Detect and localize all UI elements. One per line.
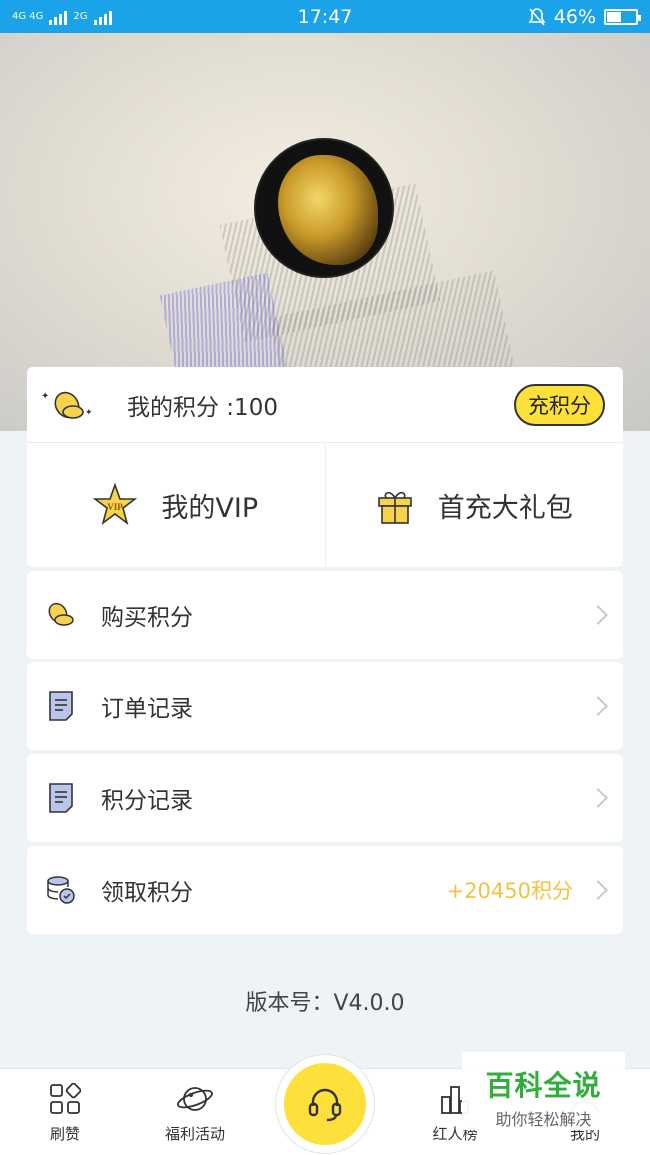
version-label: 版本号：V4.0.0 [245,991,405,1016]
watermark: 百科全说 助你轻松解决 [462,1052,625,1130]
menu-item-points-records[interactable]: 积分记录 [27,754,623,842]
recharge-points-button[interactable]: 充积分 [514,383,605,426]
battery-percent: 46% [553,5,596,28]
signal-bars-icon [49,9,68,25]
chevron-right-icon [588,880,608,900]
claimable-points-value: +20450积分 [446,879,573,903]
my-vip-label: 我的VIP [161,492,259,524]
bell-muted-icon [528,7,546,26]
menu-item-label: 购买积分 [101,605,193,631]
document-icon [45,782,77,814]
network-type-label: 4G 4G [12,11,44,22]
watermark-subtitle: 助你轻松解决 [495,1110,592,1129]
network-type-label-2: 2G [73,11,88,22]
status-right: 46% [528,5,641,28]
menu-item-label: 订单记录 [101,696,193,722]
chevron-right-icon [588,605,608,625]
nav-item-welfare[interactable]: 福利活动 [145,1081,245,1144]
coins-icon [45,599,77,631]
chevron-right-icon [588,696,608,716]
svg-text:✦: ✦ [41,391,49,402]
avatar[interactable] [254,138,394,278]
points-card: ✦ ✦ 我的积分 :100 充积分 VIP 我的VIP 首充大礼包 [27,367,623,567]
planet-icon [145,1081,245,1117]
status-bar: 4G 4G 2G 17:47 46% [0,0,650,33]
nav-item-likes[interactable]: 刷赞 [15,1081,115,1144]
battery-icon [604,8,641,25]
svg-text:VIP: VIP [108,502,124,512]
grid-icon [15,1081,115,1117]
menu-item-label: 积分记录 [101,788,193,814]
points-label: 我的积分 :100 [127,394,278,421]
signal-indicators: 4G 4G 2G [12,9,112,25]
menu-item-label: 领取积分 [101,880,193,906]
menu-item-claim-points[interactable]: 领取积分 +20450积分 [27,846,623,934]
coin-stack-icon [45,874,77,906]
nav-label: 刷赞 [49,1125,80,1143]
coins-icon: ✦ ✦ [41,385,97,425]
vip-star-icon: VIP [93,483,138,526]
first-recharge-gift-button[interactable]: 首充大礼包 [324,443,624,567]
quick-actions: VIP 我的VIP 首充大礼包 [27,443,623,567]
menu-item-buy-points[interactable]: 购买积分 [27,571,623,659]
signal-bars-icon-2 [93,9,112,25]
document-icon [45,690,77,722]
watermark-title: 百科全说 [485,1069,602,1102]
nav-label: 福利活动 [164,1125,225,1143]
gift-icon [377,491,412,524]
avatar-image [278,155,378,265]
my-vip-button[interactable]: VIP 我的VIP [27,443,325,567]
chevron-right-icon [588,788,608,808]
points-row: ✦ ✦ 我的积分 :100 充积分 [27,367,623,443]
svg-text:✦: ✦ [85,408,93,418]
headset-icon [308,1088,342,1122]
customer-service-button[interactable] [275,1054,375,1154]
menu-item-order-records[interactable]: 订单记录 [27,662,623,750]
first-recharge-gift-label: 首充大礼包 [437,492,573,524]
